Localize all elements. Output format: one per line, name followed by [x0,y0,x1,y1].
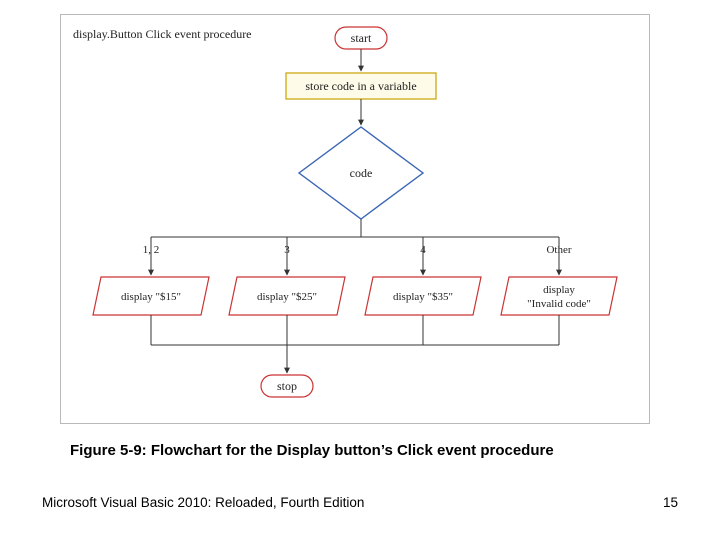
diagram-frame: display.Button Click event procedure sta… [60,14,650,424]
io-text: display "$35" [393,291,453,303]
io-text: display "$25" [257,291,317,303]
io-text: display "$15" [121,291,181,303]
decision-node: code [299,127,423,219]
decision-label: code [350,166,373,180]
stop-label: stop [277,379,297,393]
figure-caption: Figure 5-9: Flowchart for the Display bu… [70,442,554,459]
branch-1: 1, 2 display "$15" [93,237,209,345]
stop-node: stop [261,375,313,397]
page-number: 15 [663,495,678,510]
io-text-line2: "Invalid code" [527,298,591,310]
footer-source: Microsoft Visual Basic 2010: Reloaded, F… [42,495,364,510]
start-label: start [351,31,372,45]
store-node: store code in a variable [286,73,436,99]
io-text-line1: display [543,284,575,296]
store-label: store code in a variable [305,79,416,93]
start-node: start [335,27,387,49]
branch-3: 4 display "$35" [365,237,481,345]
flowchart-svg: start store code in a variable code 1, 2… [61,15,649,423]
branch-2: 3 display "$25" [229,237,345,345]
branch-4: Other display "Invalid code" [501,237,617,345]
